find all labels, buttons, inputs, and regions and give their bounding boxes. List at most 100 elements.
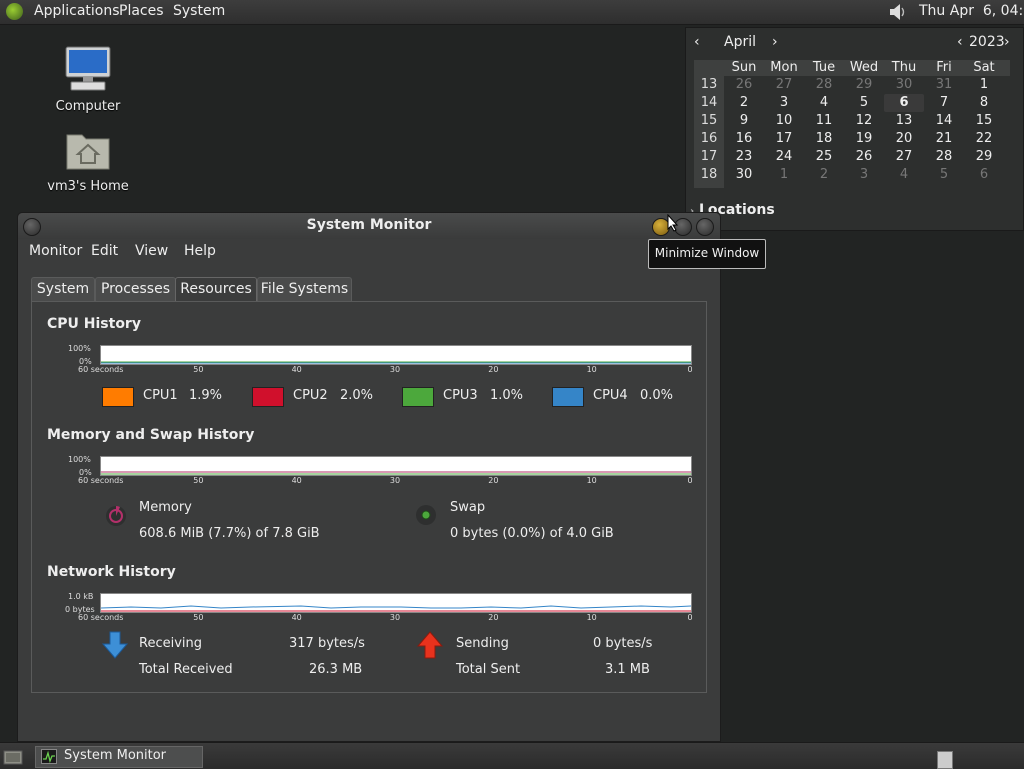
calendar-day[interactable]: 26 (724, 76, 764, 94)
memory-value: 608.6 MiB (7.7%) of 7.8 GiB (139, 526, 320, 541)
calendar-day[interactable]: 1 (764, 166, 804, 184)
receiving-arrow-icon (102, 631, 128, 659)
receiving-label: Receiving (139, 636, 203, 651)
calendar-day[interactable]: 6 (964, 166, 1004, 184)
calendar-day[interactable]: 12 (844, 112, 884, 130)
calendar-day[interactable]: 27 (884, 148, 924, 166)
calendar-day[interactable]: 25 (804, 148, 844, 166)
tab-system[interactable]: System (31, 277, 95, 302)
calendar-day[interactable]: 14 (924, 112, 964, 130)
menu-view[interactable]: View (135, 243, 168, 259)
calendar-day[interactable]: 28 (804, 76, 844, 94)
week-number: 16 (700, 131, 718, 146)
swap-pie-icon[interactable] (414, 503, 438, 527)
calendar-day[interactable]: 15 (964, 112, 1004, 130)
calendar-day[interactable]: 3 (764, 94, 804, 112)
memory-x-tick-label: 30 (389, 476, 401, 485)
memory-pie-icon[interactable] (104, 504, 128, 528)
bottom-panel: System Monitor (0, 742, 1024, 769)
calendar-year: 2023 (969, 34, 1005, 50)
cpu3-label: CPU3 (443, 388, 478, 403)
cpu3-value: 1.0% (490, 388, 524, 403)
cpu4-color-swatch[interactable] (552, 387, 584, 407)
prev-month-icon[interactable]: ‹ (694, 34, 700, 50)
menu-logo-icon[interactable] (6, 3, 23, 20)
calendar-day[interactable]: 30 (884, 76, 924, 94)
calendar-day[interactable]: 30 (724, 166, 764, 184)
calendar-day[interactable]: 4 (884, 166, 924, 184)
prev-year-icon[interactable]: ‹ (957, 34, 963, 50)
calendar-day[interactable]: 17 (764, 130, 804, 148)
clock[interactable]: Thu Apr 6, 04:27 (919, 3, 1024, 19)
cpu-x-tick-label: 20 (488, 365, 499, 374)
cpu-history-graph (100, 345, 692, 365)
next-month-icon[interactable]: › (772, 34, 778, 50)
cpu2-color-swatch[interactable] (252, 387, 284, 407)
calendar-day[interactable]: 8 (964, 94, 1004, 112)
calendar-day[interactable]: 29 (964, 148, 1004, 166)
cpu1-color-swatch[interactable] (102, 387, 134, 407)
calendar-day[interactable]: 18 (804, 130, 844, 148)
calendar-day[interactable]: 31 (924, 76, 964, 94)
calendar-day[interactable]: 24 (764, 148, 804, 166)
calendar-day[interactable]: 5 (844, 94, 884, 112)
calendar-day[interactable]: 27 (764, 76, 804, 94)
calendar-day[interactable]: 29 (844, 76, 884, 94)
tab-file-systems[interactable]: File Systems (257, 277, 352, 302)
workspace-switcher[interactable] (937, 751, 953, 769)
speaker-icon[interactable] (888, 3, 908, 21)
cpu-x-tick-label: 30 (389, 365, 401, 374)
memory-x-tick-label: 50 (193, 476, 204, 485)
tab-resources[interactable]: Resources (175, 277, 257, 303)
memory-x-tick-label: 40 (291, 476, 302, 485)
calendar-day[interactable]: 4 (804, 94, 844, 112)
network-x-tick-label: 60 seconds (78, 613, 124, 622)
calendar-day[interactable]: 19 (844, 130, 884, 148)
menu-help[interactable]: Help (184, 243, 216, 259)
week-number: 14 (700, 95, 718, 110)
calendar-day[interactable]: 1 (964, 76, 1004, 94)
memory-x-tick-label: 60 seconds (78, 476, 124, 485)
calendar-day[interactable]: 23 (724, 148, 764, 166)
close-icon[interactable] (696, 218, 714, 236)
calendar-day[interactable]: 21 (924, 130, 964, 148)
calendar-day[interactable]: 28 (924, 148, 964, 166)
calendar-day[interactable]: 11 (804, 112, 844, 130)
system-monitor-window: System Monitor Monitor Edit View Help Sy… (17, 212, 721, 742)
memory-history-graph (100, 456, 692, 476)
cpu-graph-lines (101, 361, 691, 364)
calendar-day[interactable]: 22 (964, 130, 1004, 148)
system-menu[interactable]: System (173, 3, 225, 19)
taskbar-item-system-monitor[interactable]: System Monitor (35, 746, 203, 768)
menu-monitor[interactable]: Monitor (29, 243, 82, 259)
network-x-tick-label: 10 (586, 613, 597, 622)
calendar-day[interactable]: 13 (884, 112, 924, 130)
places-menu[interactable]: Places (119, 3, 164, 19)
calendar-day[interactable]: 3 (844, 166, 884, 184)
title-bar[interactable]: System Monitor (18, 213, 720, 239)
next-year-icon[interactable]: › (1004, 34, 1010, 50)
window-title: System Monitor (306, 217, 432, 233)
week-number: 15 (700, 113, 718, 128)
calendar-day[interactable]: 5 (924, 166, 964, 184)
calendar-day[interactable]: 7 (924, 94, 964, 112)
applications-menu[interactable]: Applications (34, 3, 120, 19)
calendar-day[interactable]: 9 (724, 112, 764, 130)
calendar-day[interactable]: 16 (724, 130, 764, 148)
calendar-day[interactable]: 10 (764, 112, 804, 130)
calendar-day[interactable]: 2 (724, 94, 764, 112)
calendar-day-today[interactable]: 6 (884, 94, 924, 112)
cpu3-color-swatch[interactable] (402, 387, 434, 407)
calendar-day[interactable]: 26 (844, 148, 884, 166)
calendar-day[interactable]: 2 (804, 166, 844, 184)
day-of-week-header: Sat (973, 60, 995, 75)
desktop-icon-computer[interactable]: Computer (43, 45, 133, 114)
week-number: 18 (700, 167, 718, 182)
menu-edit[interactable]: Edit (91, 243, 118, 259)
sending-value: 0 bytes/s (593, 636, 653, 651)
show-desktop-icon[interactable] (3, 747, 23, 765)
menu-bar: Monitor Edit View Help (18, 239, 720, 265)
calendar-day[interactable]: 20 (884, 130, 924, 148)
tab-processes[interactable]: Processes (95, 277, 176, 302)
desktop-icon-home[interactable]: vm3's Home (43, 127, 133, 194)
